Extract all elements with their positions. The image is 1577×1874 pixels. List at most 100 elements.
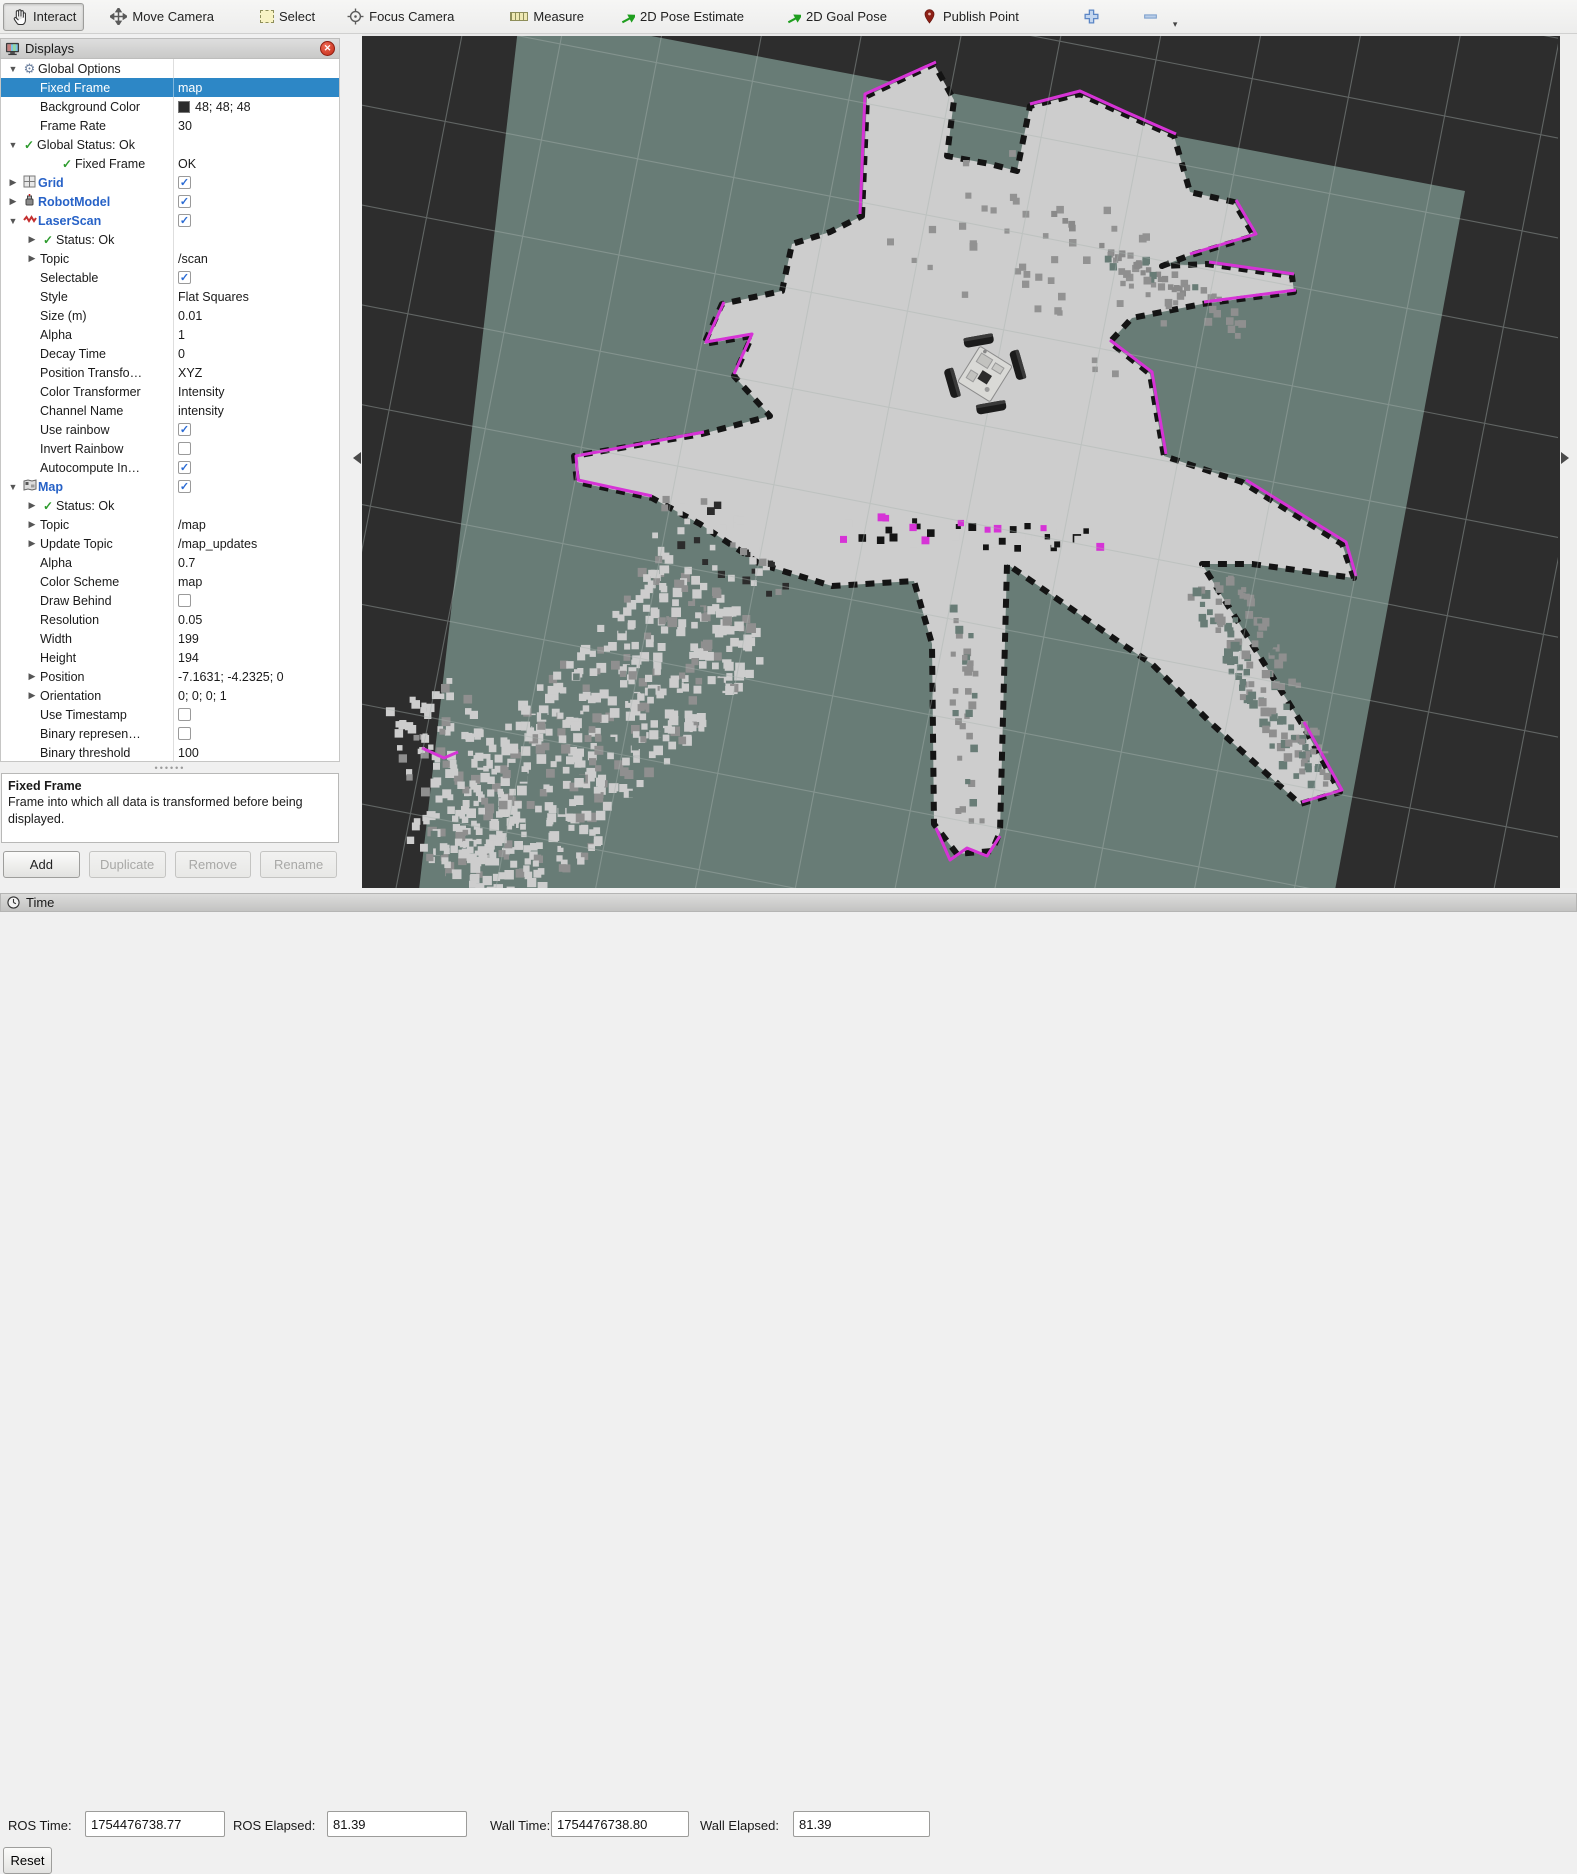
property-row-height[interactable]: Height194 [1, 648, 339, 667]
property-value[interactable]: intensity [178, 404, 224, 418]
property-row-width[interactable]: Width199 [1, 629, 339, 648]
duplicate-display-button[interactable]: Duplicate [89, 851, 166, 878]
remove-tool-button[interactable] [1134, 3, 1167, 31]
rename-display-button[interactable]: Rename [260, 851, 337, 878]
ros-elapsed-input[interactable] [327, 1811, 467, 1837]
property-value[interactable]: 0.05 [178, 613, 202, 627]
expander-down-icon[interactable]: ▼ [5, 482, 21, 492]
property-value[interactable]: /scan [178, 252, 208, 266]
property-row-alpha[interactable]: Alpha1 [1, 325, 339, 344]
expander-right-icon[interactable]: ▶ [24, 671, 40, 682]
right-panel-splitter[interactable] [1560, 34, 1577, 888]
checkbox-checked[interactable]: ✓ [178, 461, 191, 474]
expander-right-icon[interactable]: ▶ [24, 500, 40, 511]
property-row-use-rainbow[interactable]: Use rainbow✓ [1, 420, 339, 439]
property-value[interactable]: 100 [178, 746, 199, 760]
expander-right-icon[interactable]: ▶ [24, 253, 40, 264]
expander-down-icon[interactable]: ▼ [5, 140, 21, 150]
expander-right-icon[interactable]: ▶ [24, 519, 40, 530]
remove-display-button[interactable]: Remove [175, 851, 252, 878]
property-value[interactable]: 0; 0; 0; 1 [178, 689, 227, 703]
property-value[interactable]: -7.1631; -4.2325; 0 [178, 670, 284, 684]
add-tool-button[interactable] [1075, 3, 1108, 31]
property-row-status-ok[interactable]: ▶✓Status: Ok [1, 230, 339, 249]
time-panel-header[interactable]: Time [0, 893, 1577, 912]
tool-2d-goal-pose[interactable]: 2D Goal Pose [776, 3, 895, 31]
property-value[interactable]: Flat Squares [178, 290, 249, 304]
property-value[interactable]: /map_updates [178, 537, 257, 551]
property-row-position[interactable]: ▶Position-7.1631; -4.2325; 0 [1, 667, 339, 686]
property-row-status-ok[interactable]: ▶✓Status: Ok [1, 496, 339, 515]
property-value[interactable]: map [178, 575, 202, 589]
property-value[interactable]: map [178, 81, 202, 95]
property-row-use-timestamp[interactable]: Use Timestamp [1, 705, 339, 724]
property-row-grid[interactable]: ▶Grid✓ [1, 173, 339, 192]
property-row-selectable[interactable]: Selectable✓ [1, 268, 339, 287]
property-row-topic[interactable]: ▶Topic/map [1, 515, 339, 534]
property-row-orientation[interactable]: ▶Orientation0; 0; 0; 1 [1, 686, 339, 705]
property-row-laserscan[interactable]: ▼LaserScan✓ [1, 211, 339, 230]
checkbox-unchecked[interactable] [178, 727, 191, 740]
property-row-binary-threshold[interactable]: Binary threshold100 [1, 743, 339, 762]
property-value[interactable]: 1 [178, 328, 185, 342]
collapse-right-arrow-icon[interactable] [1561, 452, 1575, 464]
property-value[interactable]: 30 [178, 119, 192, 133]
checkbox-checked[interactable]: ✓ [178, 195, 191, 208]
tool-publish-point[interactable]: Publish Point [913, 3, 1027, 31]
property-value[interactable]: XYZ [178, 366, 202, 380]
tool-focus-camera[interactable]: Focus Camera [339, 3, 462, 31]
property-value[interactable]: 0 [178, 347, 185, 361]
property-row-channel-name[interactable]: Channel Nameintensity [1, 401, 339, 420]
property-row-frame-rate[interactable]: Frame Rate30 [1, 116, 339, 135]
wall-elapsed-input[interactable] [793, 1811, 930, 1837]
checkbox-checked[interactable]: ✓ [178, 271, 191, 284]
property-row-map[interactable]: ▼Map✓ [1, 477, 339, 496]
property-value[interactable]: Intensity [178, 385, 225, 399]
property-value[interactable]: 199 [178, 632, 199, 646]
property-row-color-transformer[interactable]: Color TransformerIntensity [1, 382, 339, 401]
wall-time-input[interactable] [551, 1811, 689, 1837]
checkbox-unchecked[interactable] [178, 708, 191, 721]
expander-down-icon[interactable]: ▼ [5, 64, 21, 74]
expander-right-icon[interactable]: ▶ [5, 177, 21, 188]
checkbox-unchecked[interactable] [178, 594, 191, 607]
close-icon[interactable]: ✕ [320, 41, 335, 56]
property-row-global-options[interactable]: ▼⚙Global Options [1, 59, 339, 78]
checkbox-checked[interactable]: ✓ [178, 480, 191, 493]
property-row-resolution[interactable]: Resolution0.05 [1, 610, 339, 629]
expander-down-icon[interactable]: ▼ [5, 216, 21, 226]
add-display-button[interactable]: Add [3, 851, 80, 878]
property-row-update-topic[interactable]: ▶Update Topic/map_updates [1, 534, 339, 553]
tool-select[interactable]: Select [252, 3, 323, 31]
tool-interact[interactable]: Interact [3, 3, 84, 31]
property-value[interactable]: 0.01 [178, 309, 202, 323]
property-value[interactable]: /map [178, 518, 206, 532]
toolbar-overflow-arrow[interactable]: ▾ [1173, 19, 1178, 33]
property-row-style[interactable]: StyleFlat Squares [1, 287, 339, 306]
checkbox-unchecked[interactable] [178, 442, 191, 455]
property-row-binary-represen[interactable]: Binary represen… [1, 724, 339, 743]
checkbox-checked[interactable]: ✓ [178, 423, 191, 436]
property-row-size-m[interactable]: Size (m)0.01 [1, 306, 339, 325]
expander-right-icon[interactable]: ▶ [5, 196, 21, 207]
property-row-robotmodel[interactable]: ▶RobotModel✓ [1, 192, 339, 211]
property-row-alpha[interactable]: Alpha0.7 [1, 553, 339, 572]
expander-right-icon[interactable]: ▶ [24, 690, 40, 701]
3d-viewport[interactable] [362, 34, 1560, 888]
expander-right-icon[interactable]: ▶ [24, 234, 40, 245]
ros-time-input[interactable] [85, 1811, 225, 1837]
property-row-color-scheme[interactable]: Color Schememap [1, 572, 339, 591]
property-row-decay-time[interactable]: Decay Time0 [1, 344, 339, 363]
tool-measure[interactable]: Measure [502, 3, 592, 31]
tool-move-camera[interactable]: Move Camera [102, 3, 222, 31]
displays-panel-header[interactable]: Displays ✕ [0, 38, 340, 59]
tool-2d-pose-estimate[interactable]: 2D Pose Estimate [610, 3, 752, 31]
property-row-fixed-frame[interactable]: Fixed Framemap [1, 78, 339, 97]
left-panel-splitter[interactable] [340, 34, 362, 888]
checkbox-checked[interactable]: ✓ [178, 214, 191, 227]
property-row-background-color[interactable]: Background Color48; 48; 48 [1, 97, 339, 116]
property-row-topic[interactable]: ▶Topic/scan [1, 249, 339, 268]
property-row-global-status-ok[interactable]: ▼✓Global Status: Ok [1, 135, 339, 154]
property-row-fixed-frame[interactable]: ✓Fixed FrameOK [1, 154, 339, 173]
property-value[interactable]: 194 [178, 651, 199, 665]
